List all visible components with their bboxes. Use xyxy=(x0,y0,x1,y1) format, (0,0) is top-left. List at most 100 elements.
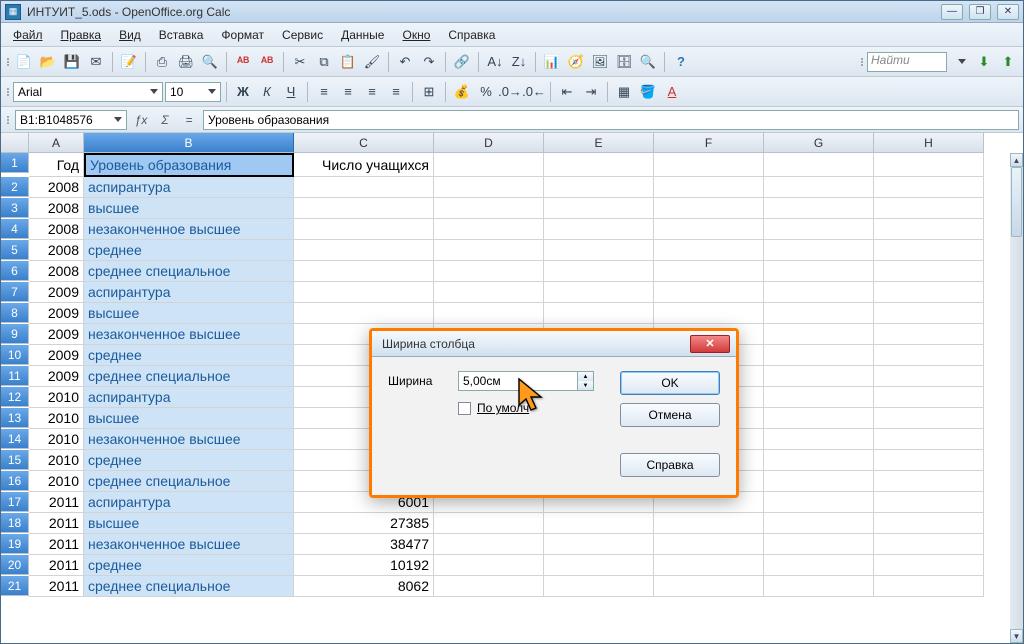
cell-C6[interactable] xyxy=(294,261,434,282)
cell-D1[interactable] xyxy=(434,153,544,177)
cell-B8[interactable]: высшее xyxy=(84,303,294,324)
cell-B13[interactable]: высшее xyxy=(84,408,294,429)
italic-icon[interactable]: К xyxy=(256,81,278,103)
menu-data[interactable]: Данные xyxy=(333,26,392,44)
bold-icon[interactable]: Ж xyxy=(232,81,254,103)
cell-A21[interactable]: 2011 xyxy=(29,576,84,597)
cell-A11[interactable]: 2009 xyxy=(29,366,84,387)
row-header-4[interactable]: 4 xyxy=(1,219,29,239)
undo-icon[interactable]: ↶ xyxy=(394,51,416,73)
row-header-14[interactable]: 14 xyxy=(1,429,29,449)
width-input[interactable]: 5,00см xyxy=(458,371,578,391)
row-header-13[interactable]: 13 xyxy=(1,408,29,428)
cell-F1[interactable] xyxy=(654,153,764,177)
cell-H2[interactable] xyxy=(874,177,984,198)
col-header-D[interactable]: D xyxy=(434,133,544,153)
col-header-E[interactable]: E xyxy=(544,133,654,153)
cell-A1[interactable]: Год xyxy=(29,153,84,177)
cell-H17[interactable] xyxy=(874,492,984,513)
cell-G10[interactable] xyxy=(764,345,874,366)
font-size-combo[interactable]: 10 xyxy=(165,82,221,102)
cell-A14[interactable]: 2010 xyxy=(29,429,84,450)
cell-G4[interactable] xyxy=(764,219,874,240)
font-name-combo[interactable]: Arial xyxy=(13,82,163,102)
paste-icon[interactable]: 📋 xyxy=(337,51,359,73)
indent-increase-icon[interactable]: ⇥ xyxy=(580,81,602,103)
default-checkbox[interactable] xyxy=(458,402,471,415)
cell-C20[interactable]: 10192 xyxy=(294,555,434,576)
cell-E2[interactable] xyxy=(544,177,654,198)
cell-H1[interactable] xyxy=(874,153,984,177)
chart-icon[interactable]: 📊 xyxy=(541,51,563,73)
row-header-20[interactable]: 20 xyxy=(1,555,29,575)
cell-G8[interactable] xyxy=(764,303,874,324)
datasource-icon[interactable]: 🗄 xyxy=(613,51,635,73)
hyperlink-icon[interactable]: 🔗 xyxy=(451,51,473,73)
cell-E5[interactable] xyxy=(544,240,654,261)
cell-B14[interactable]: незаконченное высшее xyxy=(84,429,294,450)
cell-B12[interactable]: аспирантура xyxy=(84,387,294,408)
cell-A7[interactable]: 2009 xyxy=(29,282,84,303)
cell-D8[interactable] xyxy=(434,303,544,324)
cell-F3[interactable] xyxy=(654,198,764,219)
dropdown-icon[interactable] xyxy=(949,51,971,73)
close-button[interactable]: ✕ xyxy=(997,4,1019,20)
cell-C5[interactable] xyxy=(294,240,434,261)
align-center-icon[interactable]: ≡ xyxy=(337,81,359,103)
row-header-2[interactable]: 2 xyxy=(1,177,29,197)
percent-icon[interactable]: % xyxy=(475,81,497,103)
cell-A17[interactable]: 2011 xyxy=(29,492,84,513)
cell-H11[interactable] xyxy=(874,366,984,387)
spin-down-icon[interactable]: ▼ xyxy=(578,381,593,390)
cell-H21[interactable] xyxy=(874,576,984,597)
col-header-G[interactable]: G xyxy=(764,133,874,153)
cell-B5[interactable]: среднее xyxy=(84,240,294,261)
col-header-C[interactable]: C xyxy=(294,133,434,153)
find-input[interactable]: Найти xyxy=(867,52,947,72)
cell-D3[interactable] xyxy=(434,198,544,219)
cell-B15[interactable]: среднее xyxy=(84,450,294,471)
cell-A2[interactable]: 2008 xyxy=(29,177,84,198)
row-header-8[interactable]: 8 xyxy=(1,303,29,323)
cell-B16[interactable]: среднее специальное xyxy=(84,471,294,492)
cell-D2[interactable] xyxy=(434,177,544,198)
cell-B3[interactable]: высшее xyxy=(84,198,294,219)
borders-icon[interactable]: ▦ xyxy=(613,81,635,103)
minimize-button[interactable]: — xyxy=(941,4,963,20)
cell-C3[interactable] xyxy=(294,198,434,219)
cell-H14[interactable] xyxy=(874,429,984,450)
cell-E7[interactable] xyxy=(544,282,654,303)
row-header-7[interactable]: 7 xyxy=(1,282,29,302)
formula-input[interactable]: Уровень образования xyxy=(203,110,1019,130)
zoom-icon[interactable]: 🔍 xyxy=(637,51,659,73)
row-header-9[interactable]: 9 xyxy=(1,324,29,344)
cell-G15[interactable] xyxy=(764,450,874,471)
cell-A18[interactable]: 2011 xyxy=(29,513,84,534)
cell-G6[interactable] xyxy=(764,261,874,282)
open-icon[interactable]: 📂 xyxy=(37,51,59,73)
cell-A8[interactable]: 2009 xyxy=(29,303,84,324)
cell-D6[interactable] xyxy=(434,261,544,282)
cell-B2[interactable]: аспирантура xyxy=(84,177,294,198)
cell-G17[interactable] xyxy=(764,492,874,513)
toolbar-grip2[interactable] xyxy=(859,58,865,66)
cell-C21[interactable]: 8062 xyxy=(294,576,434,597)
row-header-18[interactable]: 18 xyxy=(1,513,29,533)
cell-E6[interactable] xyxy=(544,261,654,282)
cell-B19[interactable]: незаконченное высшее xyxy=(84,534,294,555)
help-button[interactable]: Справка xyxy=(620,453,720,477)
cell-G2[interactable] xyxy=(764,177,874,198)
cell-H19[interactable] xyxy=(874,534,984,555)
row-header-1[interactable]: 1 xyxy=(1,153,29,173)
cell-G9[interactable] xyxy=(764,324,874,345)
cell-G5[interactable] xyxy=(764,240,874,261)
cell-A5[interactable]: 2008 xyxy=(29,240,84,261)
cell-C2[interactable] xyxy=(294,177,434,198)
menu-window[interactable]: Окно xyxy=(394,26,438,44)
vertical-scrollbar[interactable]: ▲ ▼ xyxy=(1010,153,1023,643)
cell-H10[interactable] xyxy=(874,345,984,366)
cell-F21[interactable] xyxy=(654,576,764,597)
decimal-remove-icon[interactable]: .0← xyxy=(523,81,545,103)
cell-G3[interactable] xyxy=(764,198,874,219)
select-all-corner[interactable] xyxy=(1,133,29,153)
